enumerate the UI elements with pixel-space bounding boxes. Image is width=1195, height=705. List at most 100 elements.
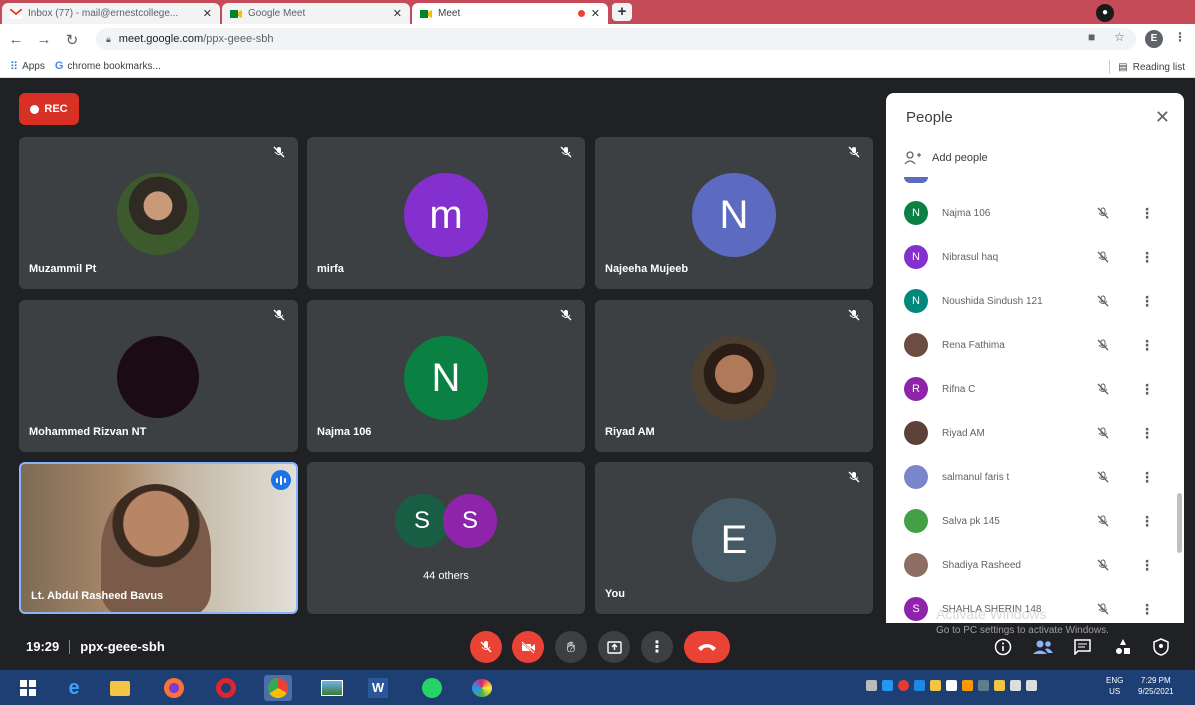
image-viewer-icon[interactable]: [318, 675, 346, 701]
word-icon[interactable]: W: [364, 675, 392, 701]
list-item[interactable]: Shadiya Rasheed ⋮: [886, 543, 1184, 587]
back-icon[interactable]: ←: [4, 31, 28, 48]
internet-explorer-icon[interactable]: e: [60, 675, 88, 701]
tab-meet-active[interactable]: Meet ✕: [412, 3, 608, 24]
self-tile[interactable]: E You: [595, 462, 873, 614]
browser-menu-icon[interactable]: ⋮: [1174, 30, 1186, 44]
list-item[interactable]: N Najma 106 ⋮: [886, 191, 1184, 235]
meet-icon: [230, 9, 242, 18]
volume-icon[interactable]: [1026, 680, 1037, 691]
file-explorer-icon[interactable]: [106, 675, 134, 701]
whatsapp-icon[interactable]: [418, 675, 446, 701]
mic-off-icon: [273, 146, 285, 158]
tab-search-icon[interactable]: ●: [1096, 4, 1114, 22]
list-item[interactable]: salmanul faris t ⋮: [886, 455, 1184, 499]
add-people-button[interactable]: Add people: [904, 151, 988, 165]
participant-tile[interactable]: Riyad AM: [595, 300, 873, 452]
activities-button[interactable]: [1112, 636, 1134, 658]
more-options-icon[interactable]: ⋮: [1140, 249, 1154, 266]
account-avatar[interactable]: E: [1145, 30, 1163, 48]
tray-icon[interactable]: [978, 680, 989, 691]
participant-avatar: N: [904, 201, 928, 225]
raise-hand-button[interactable]: ✋︎: [555, 631, 587, 663]
reload-icon[interactable]: ↻: [60, 31, 84, 49]
language-indicator[interactable]: ENG US: [1106, 675, 1123, 697]
tray-icon[interactable]: [914, 680, 925, 691]
bookmark-star-icon[interactable]: ☆: [1114, 30, 1125, 44]
forward-icon[interactable]: →: [32, 31, 56, 48]
list-item[interactable]: R Rifna C ⋮: [886, 367, 1184, 411]
more-options-icon[interactable]: ⋮: [1140, 601, 1154, 618]
participant-photo: [904, 465, 928, 489]
tray-icon[interactable]: [946, 680, 957, 691]
close-tab-icon[interactable]: ✕: [393, 7, 402, 20]
opera-icon[interactable]: [212, 675, 240, 701]
tab-google-meet[interactable]: Google Meet ✕: [222, 3, 410, 24]
firefox-icon[interactable]: [160, 675, 188, 701]
more-options-icon[interactable]: ⋮: [1140, 381, 1154, 398]
meet-icon: [420, 9, 432, 18]
people-button[interactable]: [1032, 636, 1054, 658]
tray-icon[interactable]: [994, 680, 1005, 691]
list-item[interactable]: N Noushida Sindush 121 ⋮: [886, 279, 1184, 323]
more-options-button[interactable]: ⋮: [641, 631, 673, 663]
others-tile[interactable]: S S 44 others: [307, 462, 585, 614]
mic-off-icon: [560, 309, 572, 321]
clock-date: 9/25/2021: [1138, 687, 1174, 696]
camera-indicator-icon[interactable]: ■: [1088, 30, 1095, 44]
list-item[interactable]: Riyad AM ⋮: [886, 411, 1184, 455]
mic-off-icon: [1097, 207, 1109, 219]
network-icon[interactable]: [1010, 680, 1021, 691]
participant-tile[interactable]: m mirfa: [307, 137, 585, 289]
close-icon[interactable]: ✕: [1155, 107, 1170, 128]
taskbar-clock[interactable]: 7:29 PM 9/25/2021: [1138, 675, 1174, 697]
participant-tile[interactable]: Mohammed Rizvan NT: [19, 300, 298, 452]
list-item[interactable]: Rena Fathima ⋮: [886, 323, 1184, 367]
participant-photo: [692, 336, 776, 420]
participant-avatar: N: [692, 173, 776, 257]
list-item[interactable]: Salva pk 145 ⋮: [886, 499, 1184, 543]
more-options-icon[interactable]: ⋮: [1140, 425, 1154, 442]
new-tab-button[interactable]: +: [612, 3, 632, 21]
google-g-icon: G: [54, 60, 64, 72]
list-item[interactable]: N Nibrasul haq ⋮: [886, 235, 1184, 279]
tray-icon[interactable]: [882, 680, 893, 691]
more-options-icon[interactable]: ⋮: [1140, 469, 1154, 486]
reading-list-button[interactable]: ▤ Reading list: [1109, 60, 1185, 74]
tray-icon[interactable]: [930, 680, 941, 691]
end-call-button[interactable]: [684, 631, 730, 663]
participant-tile[interactable]: Muzammil Pt: [19, 137, 298, 289]
paint-icon[interactable]: [468, 675, 496, 701]
meeting-details-button[interactable]: [992, 636, 1014, 658]
hang-up-icon: [698, 644, 716, 651]
more-options-icon[interactable]: ⋮: [1140, 557, 1154, 574]
participant-tile[interactable]: N Najeeha Mujeeb: [595, 137, 873, 289]
more-options-icon[interactable]: ⋮: [1140, 337, 1154, 354]
participant-name: You: [605, 588, 625, 600]
more-options-icon[interactable]: ⋮: [1140, 293, 1154, 310]
start-button[interactable]: [14, 675, 42, 701]
camera-toggle-button[interactable]: [512, 631, 544, 663]
scrollbar[interactable]: [1177, 493, 1182, 553]
bookmark-chrome[interactable]: G chrome bookmarks...: [55, 60, 161, 72]
tab-gmail[interactable]: Inbox (77) - mail@ernestcollege... ✕: [2, 3, 220, 24]
close-tab-icon[interactable]: ✕: [203, 7, 212, 20]
recording-badge[interactable]: REC: [19, 93, 79, 125]
close-tab-icon[interactable]: ✕: [591, 7, 600, 20]
present-icon: [606, 640, 622, 654]
speaking-participant-video[interactable]: Lt. Abdul Rasheed Bavus: [19, 462, 298, 614]
more-options-icon[interactable]: ⋮: [1140, 513, 1154, 530]
host-controls-button[interactable]: [1150, 636, 1172, 658]
participant-tile[interactable]: N Najma 106: [307, 300, 585, 452]
more-options-icon[interactable]: ⋮: [1140, 205, 1154, 222]
chrome-icon[interactable]: [264, 675, 292, 701]
tray-icon[interactable]: [898, 680, 909, 691]
tray-icon[interactable]: [962, 680, 973, 691]
bookmark-apps[interactable]: ⠿ Apps: [10, 60, 45, 73]
tray-icon[interactable]: [866, 680, 877, 691]
url-input[interactable]: 🔒︎ meet.google.com/ppx-geee-sbh: [96, 28, 1136, 50]
chat-button[interactable]: [1071, 636, 1093, 658]
participant-photo: [117, 336, 199, 418]
present-screen-button[interactable]: [598, 631, 630, 663]
mic-toggle-button[interactable]: [470, 631, 502, 663]
